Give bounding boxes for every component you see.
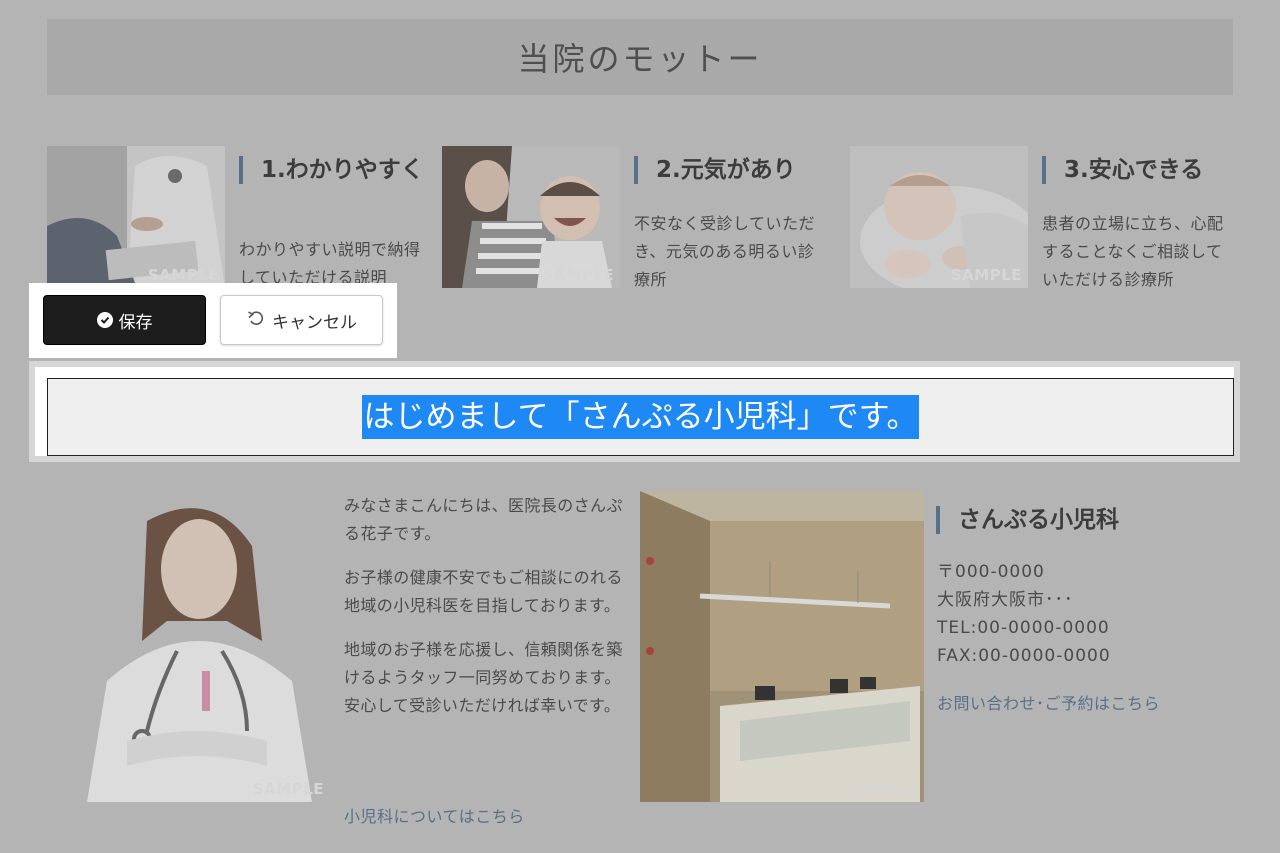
sample-watermark: SAMPLE [252,780,324,798]
clinic-postal-code: 〒000-0000 [937,562,1045,582]
sample-watermark: SAMPLE [846,780,918,798]
selected-heading-text[interactable]: はじめまして「さんぷる小児科」です。 [361,395,920,439]
clinic-address: 大阪府大阪市･･･ [937,590,1074,610]
sample-watermark: SAMPLE [147,266,219,284]
sample-watermark: SAMPLE [542,266,614,284]
greeting-text: みなさまこんにちは、医院長のさんぷる花子です。 お子様の健康不安でもご相談にのれ… [344,492,629,736]
sample-watermark: SAMPLE [950,266,1022,284]
clinic-contact-info: 〒000-0000 大阪府大阪市･･･ TEL:00-0000-0000 FAX… [937,558,1111,670]
check-circle-icon [96,312,113,328]
save-button[interactable]: 保存 [43,295,206,345]
motto-text-2: 不安なく受診していただき、元気のある明るい診療所 [634,214,816,289]
motto-card-2: SAMPLE 2.元気があり 不安なく受診していただき、元気のある明るい診療所 [442,146,832,296]
clinic-reception-image: SAMPLE [640,491,924,802]
doctor-portrait-image: SAMPLE [47,491,330,802]
motto-title-2: 2.元気があり [634,156,824,184]
inline-editor-frame: はじめまして「さんぷる小児科」です。 [29,361,1240,462]
cancel-button-label: キャンセル [272,312,357,333]
clinic-tel: TEL:00-0000-0000 [937,618,1110,638]
motto-title-3: 3.安心できる [1042,156,1232,184]
contact-reservation-link[interactable]: お問い合わせ･ご予約はこちら [937,690,1160,714]
motto-text-3: 患者の立場に立ち、心配することなくご相談していただける診療所 [1042,214,1224,289]
mother-child-image: SAMPLE [442,146,620,288]
sleeping-baby-image: SAMPLE [850,146,1028,288]
motto-card-3: SAMPLE 3.安心できる 患者の立場に立ち、心配することなくご相談していただ… [850,146,1240,296]
clinic-fax: FAX:00-0000-0000 [937,646,1111,666]
greeting-paragraph-1: みなさまこんにちは、医院長のさんぷる花子です。 [344,496,623,543]
pediatrics-info-link[interactable]: 小児科についてはこちら [344,803,525,827]
inline-text-editor[interactable]: はじめまして「さんぷる小児科」です。 [47,378,1234,456]
motto-section-header: 当院のモットー [47,19,1233,95]
doctor-consultation-image: SAMPLE [47,146,225,288]
motto-title-1: 1.わかりやすく [239,156,429,184]
motto-card-1: SAMPLE 1.わかりやすく わかりやすい説明で納得していただける説明 [47,146,437,296]
greeting-paragraph-2: お子様の健康不安でもご相談にのれる地域の小児科医を目指しております。 [344,568,623,615]
clinic-name-heading: さんぷる小児科 [936,506,1119,534]
cancel-button[interactable]: キャンセル [220,295,383,345]
greeting-paragraph-3: 地域のお子様を応援し、信頼関係を築けるようタッフ一同努めております。安心して受診… [344,640,623,715]
save-button-label: 保存 [118,312,153,333]
motto-heading: 当院のモットー [517,40,763,78]
edit-toolbar: 保存 キャンセル [29,283,397,358]
undo-icon [246,308,266,333]
